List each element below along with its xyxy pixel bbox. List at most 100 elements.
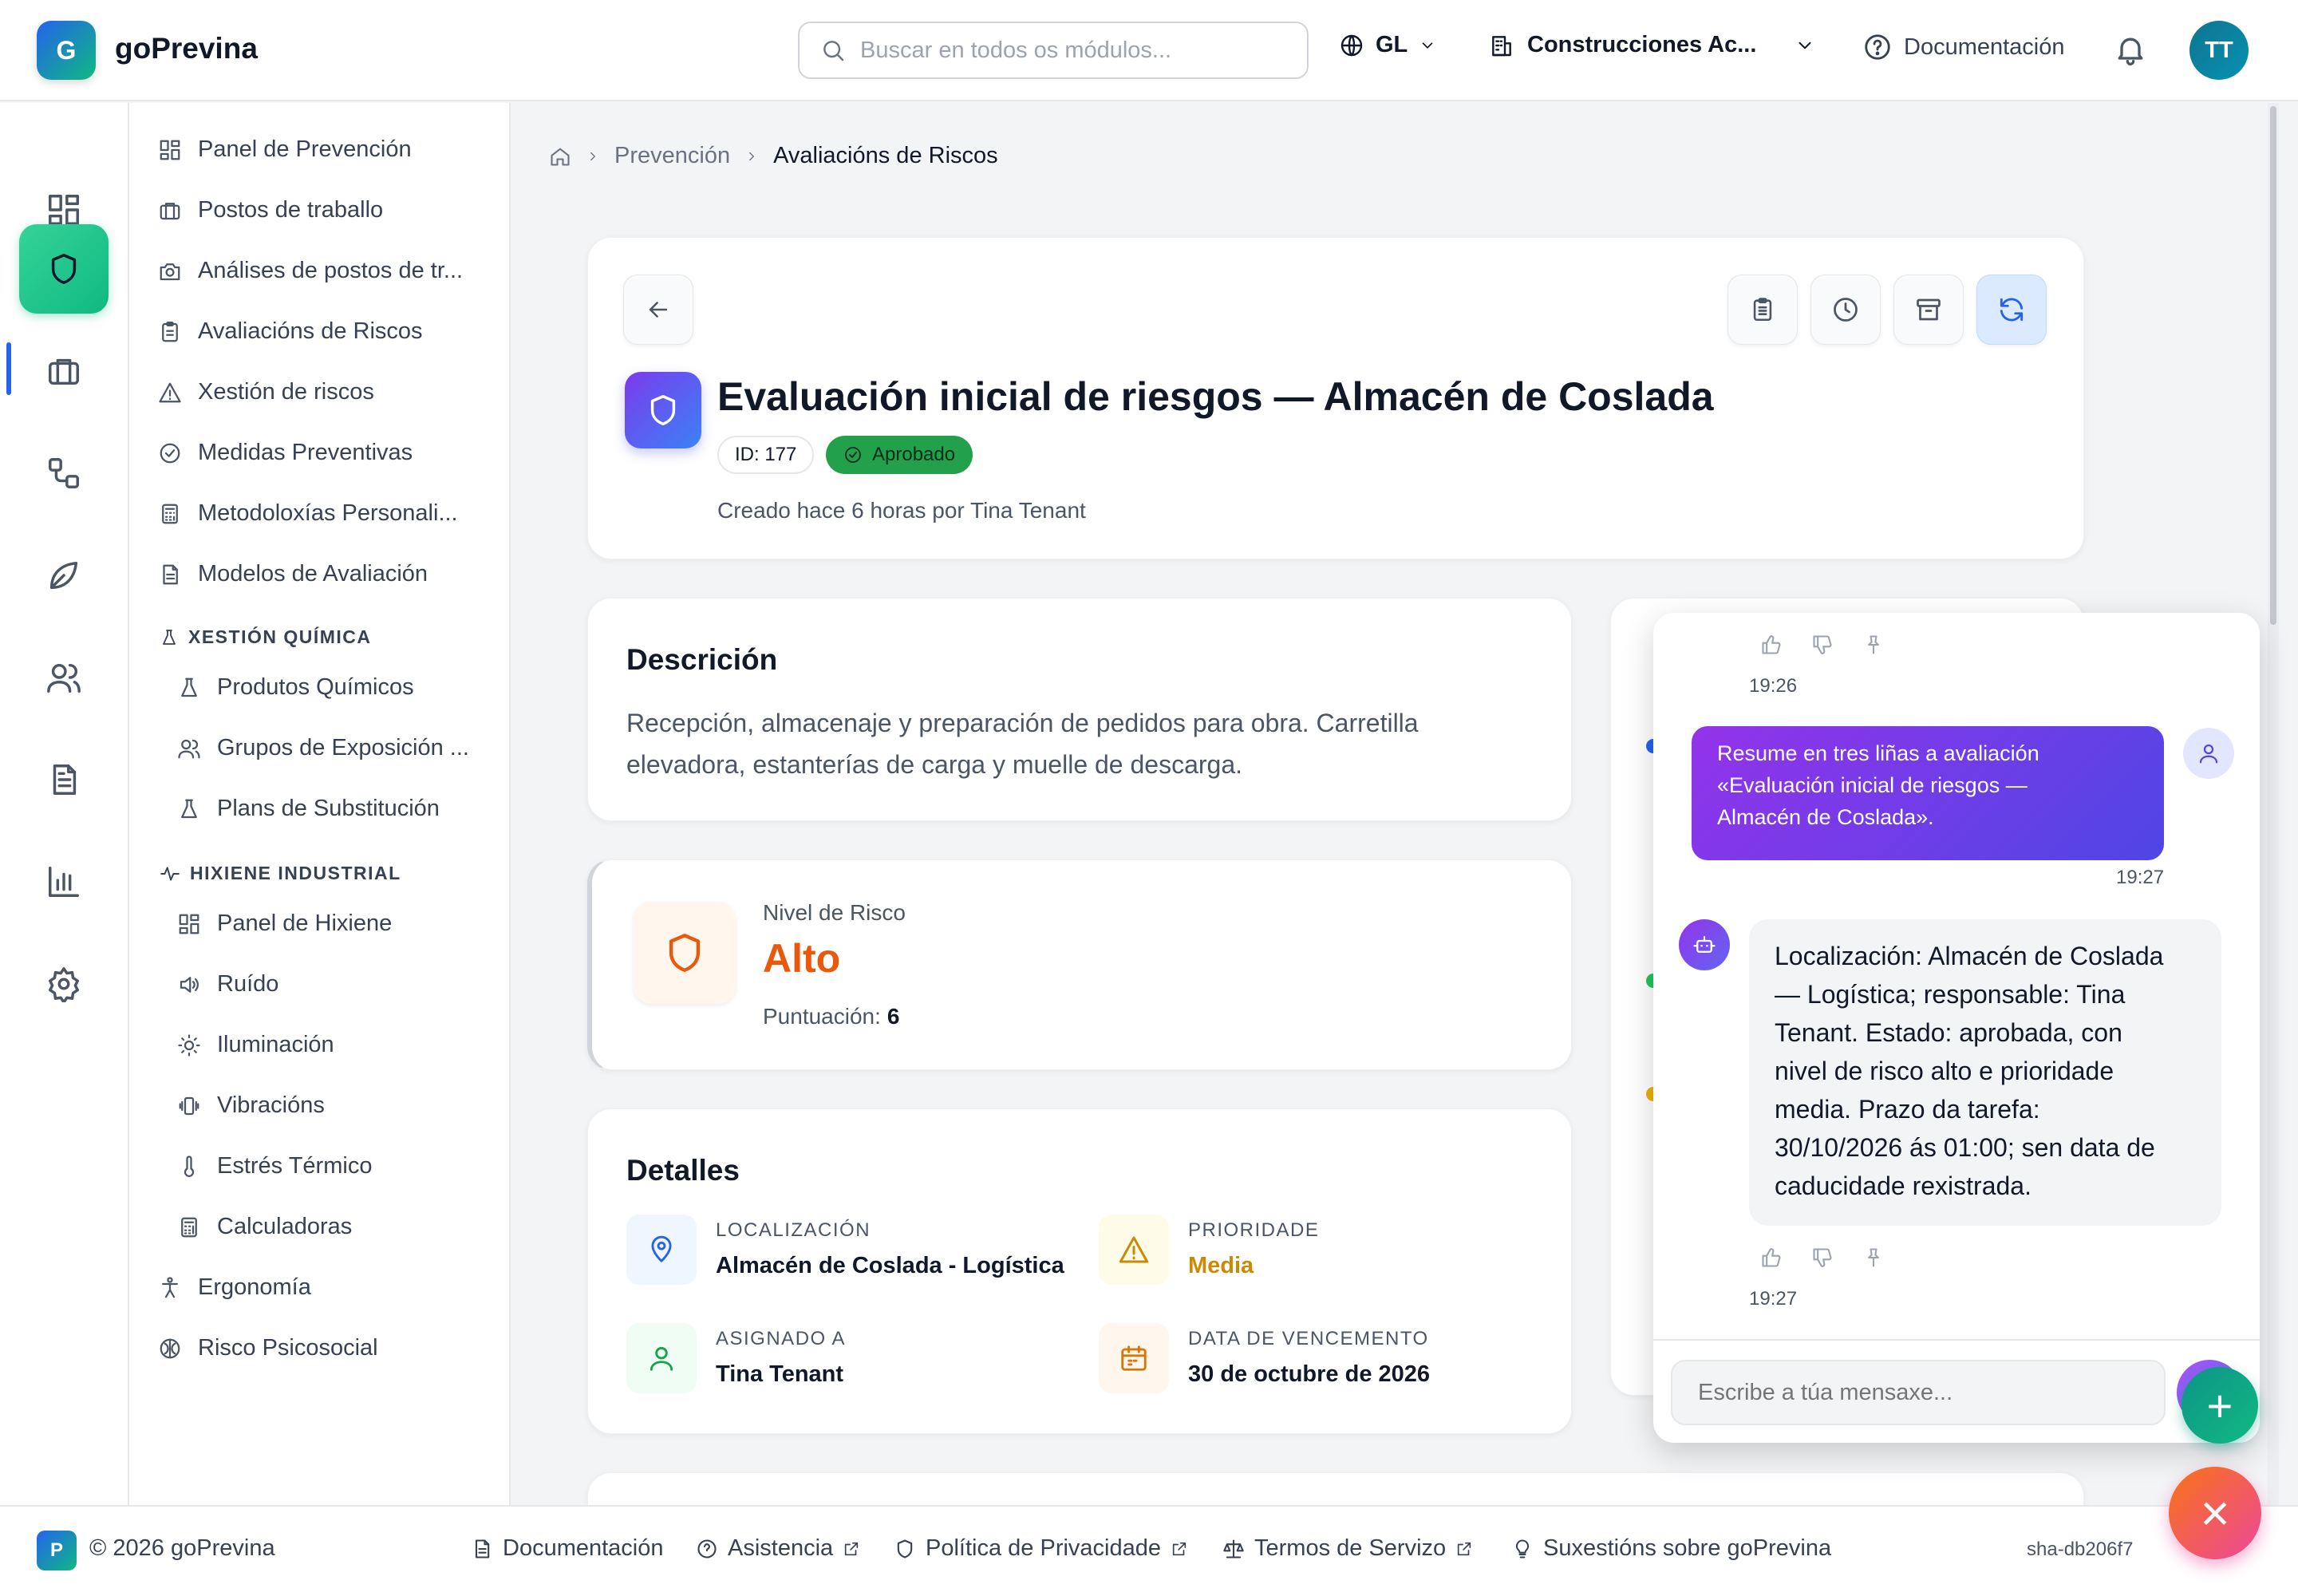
version-hash: sha-db206f7 [2027,1539,2133,1561]
thumbs-down-icon[interactable] [1811,1246,1834,1269]
sidebar-item-preventive-measures[interactable]: Medidas Preventivas [158,440,413,466]
add-fab-button[interactable]: + [2182,1367,2258,1444]
rail-documents[interactable] [19,735,109,824]
clock-icon [1831,295,1860,324]
bot-message-line: caducidade rexistrada. [1775,1171,2031,1200]
external-link-icon [1171,1540,1188,1558]
sidebar-item-psychosocial-risk[interactable]: Risco Psicosocial [158,1335,378,1361]
message-reactions [1760,1246,1885,1269]
shield-icon [894,1538,916,1560]
rail-reports[interactable] [19,837,109,926]
arrow-left-icon [645,296,672,323]
bell-icon[interactable] [2113,32,2148,67]
pin-icon[interactable] [1862,634,1885,656]
section-industrial-hygiene[interactable]: HIXIENE INDUSTRIAL [160,863,401,884]
sidebar-item-calculators[interactable]: Calculadoras [177,1214,352,1240]
rail-prevention[interactable] [19,224,109,314]
rail-settings[interactable] [19,939,109,1029]
section-chemical-management[interactable]: XESTIÓN QUÍMICA [160,626,372,648]
sidebar-item-chemical-products[interactable]: Produtos Químicos [177,674,414,701]
clipboard-icon [1749,296,1776,323]
sidebar-item-noise[interactable]: Ruído [177,971,278,998]
sidebar-item-workplaces[interactable]: Postos de traballo [158,197,383,223]
sidebar-item-exposure-groups[interactable]: Grupos de Exposición ... [177,735,469,761]
activity-icon [160,863,180,884]
assistant-chat-panel: 19:26 Resume en tres liñas a avaliación … [1653,613,2260,1443]
app-logo[interactable]: G [37,21,96,80]
sidebar-item-label: Metodoloxías Personali... [198,500,458,526]
footer-terms-link[interactable]: Termos de Servizo [1222,1535,1473,1562]
scrollbar-thumb[interactable] [2270,106,2276,625]
lightbulb-icon [1511,1538,1534,1560]
briefcase-icon [45,353,82,389]
history-button[interactable] [1810,275,1881,345]
thumbs-down-icon[interactable] [1811,634,1834,656]
search-input[interactable] [860,37,1275,64]
rail-workplaces[interactable] [19,326,109,416]
back-button[interactable] [623,275,693,345]
sidebar-item-prevention-panel[interactable]: Panel de Prevención [158,136,412,163]
globe-icon [1339,33,1364,58]
main-scrollbar[interactable] [2268,103,2279,1505]
footer-suggestions-link[interactable]: Suxestións sobre goPrevina [1511,1535,1831,1562]
archive-button[interactable] [1893,275,1964,345]
sidebar-item-label: Modelos de Avaliación [198,561,428,587]
language-selector[interactable]: GL [1339,32,1436,58]
documentation-link[interactable]: Documentación [1862,32,2065,62]
sidebar-item-label: Panel de Prevención [198,136,412,162]
company-selector[interactable]: Construcciones Ac... [1489,32,1815,58]
rail-processes[interactable] [19,429,109,518]
sidebar-item-hygiene-panel[interactable]: Panel de Hixiene [177,911,392,937]
app-name[interactable]: goPrevina [115,32,258,65]
gear-icon [45,966,82,1002]
home-icon[interactable] [549,145,571,168]
risk-score: Puntuación: 6 [763,1004,899,1029]
speaker-icon [177,973,201,997]
footer-logo: P [37,1531,77,1570]
rail-people[interactable] [19,633,109,722]
thumbs-up-icon[interactable] [1760,1246,1783,1269]
sidebar-item-label: Avaliacións de Riscos [198,318,423,344]
chat-input-wrapper[interactable] [1671,1360,2166,1425]
external-link-icon [1455,1540,1473,1558]
sidebar-item-methodologies[interactable]: Metodoloxías Personali... [158,500,458,527]
sidebar-item-assessment-models[interactable]: Modelos de Avaliación [158,561,428,587]
sidebar-item-lighting[interactable]: Iluminación [177,1032,334,1058]
footer-support-link[interactable]: Asistencia [696,1535,860,1562]
rail-environment[interactable] [19,531,109,620]
refresh-button[interactable] [1976,275,2047,345]
footer-privacy-link[interactable]: Política de Privacidade [894,1535,1188,1562]
close-chat-button[interactable]: × [2169,1467,2261,1559]
thumbs-up-icon[interactable] [1760,634,1783,656]
chevron-right-icon [586,149,600,164]
description-heading: Descrición [626,643,778,676]
language-code: GL [1376,32,1408,57]
sidebar-item-workplace-analysis[interactable]: Análises de postos de tr... [158,258,463,284]
sidebar-item-label: Panel de Hixiene [217,911,393,936]
dashboard-icon [45,192,82,228]
user-avatar[interactable]: TT [2189,21,2249,80]
users-icon [45,659,82,696]
sidebar-item-thermal-stress[interactable]: Estrés Térmico [177,1153,372,1179]
clipboard-icon [158,320,182,344]
module-sidebar: Panel de Prevención Postos de traballo A… [129,103,511,1505]
sidebar-item-ergonomics[interactable]: Ergonomía [158,1274,311,1301]
vibration-icon [177,1094,201,1118]
leaf-icon [45,557,82,594]
thermometer-icon [177,1155,201,1179]
priority-label: PRIORIDADE [1188,1219,1320,1241]
sidebar-item-risk-management[interactable]: Xestión de riscos [158,379,374,405]
report-button[interactable] [1727,275,1798,345]
breadcrumb-prevention[interactable]: Prevención [614,143,730,169]
chat-input[interactable] [1698,1379,2145,1406]
sidebar-item-vibrations[interactable]: Vibracións [177,1092,325,1119]
sidebar-item-substitution-plans[interactable]: Plans de Substitución [177,796,440,822]
building-icon [1489,33,1514,58]
global-search[interactable] [798,22,1309,79]
footer-link-label: Política de Privacidade [926,1535,1161,1561]
sidebar-item-risk-assessments[interactable]: Avaliacións de Riscos [158,318,423,345]
description-text: Recepción, almacenaje y preparación de p… [626,702,1419,785]
pin-icon[interactable] [1862,1246,1885,1269]
footer-docs-link[interactable]: Documentación [471,1535,664,1562]
description-line: elevadora, estanterías de carga y muelle… [626,750,1243,779]
